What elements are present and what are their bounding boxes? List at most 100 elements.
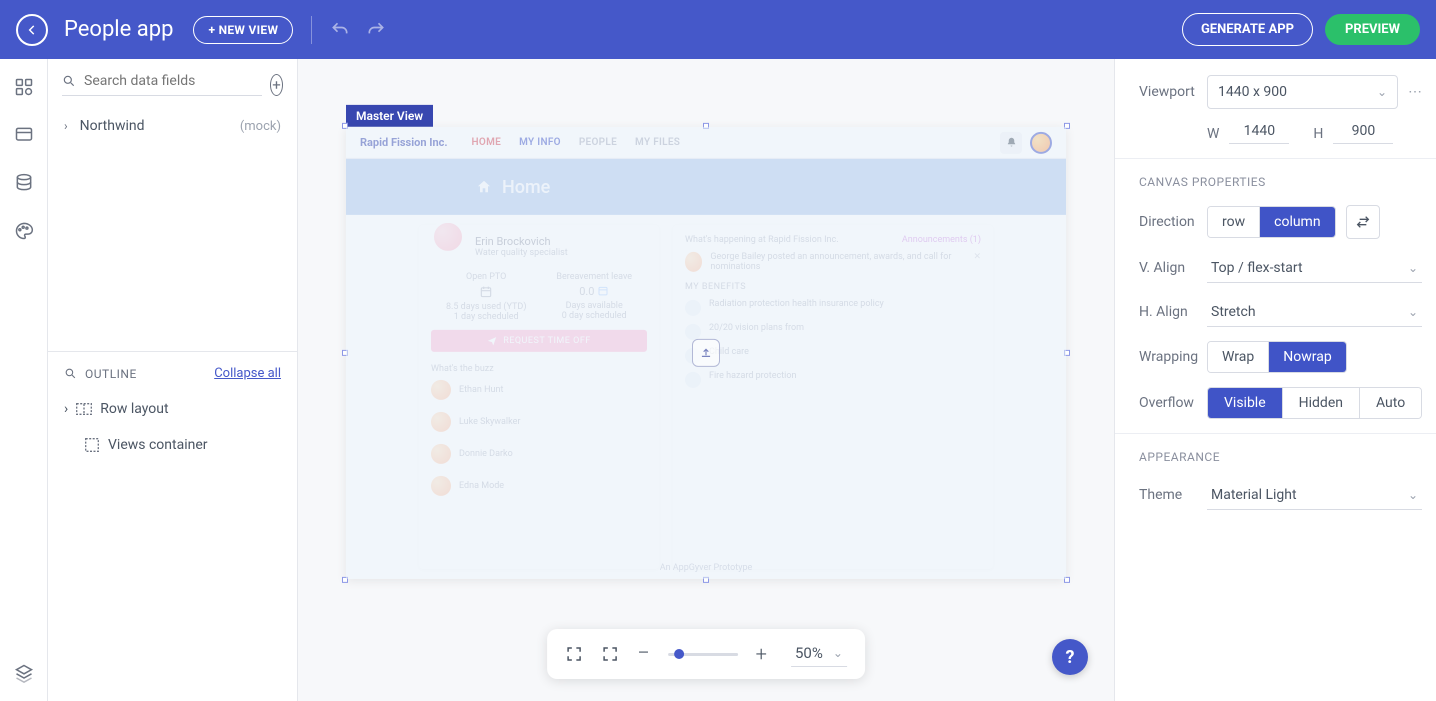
undo-redo-group [330,20,386,40]
search-input[interactable] [84,73,262,89]
add-datasource-button[interactable]: + [270,74,283,96]
preview-button[interactable]: PREVIEW [1325,14,1420,45]
send-icon [487,336,497,346]
slider-knob[interactable] [674,649,684,659]
resize-handle[interactable] [342,123,348,129]
mock-right-card: What's happening at Rapid Fission Inc.An… [673,225,993,569]
datasource-name: Northwind [80,118,145,134]
globe-icon [685,300,701,316]
bell-icon [1000,131,1022,153]
outline-item-label: Views container [108,437,208,453]
divider [311,16,312,44]
master-view[interactable]: Rapid Fission Inc. HOME MY INFO PEOPLE M… [346,127,1066,579]
rail-layers-icon[interactable] [12,661,36,685]
canvas-area[interactable]: Master View Rapid Fission Inc. HOME MY I… [298,59,1114,701]
pto-line: 1 day scheduled [446,312,527,322]
row-layout-icon [76,401,92,417]
wrap-nowrap[interactable]: Nowrap [1268,342,1345,372]
valign-label: V. Align [1139,260,1207,276]
zoom-value-select[interactable]: 50%⌄ [791,642,847,667]
help-button[interactable]: ? [1052,639,1088,675]
datasource-row[interactable]: › Northwind (mock) [48,106,297,146]
zoom-value: 50% [795,644,823,662]
halign-select[interactable]: Stretch⌄ [1207,297,1422,327]
mock-left-card: Erin Brockovich Water quality specialist… [419,225,659,569]
viewport-select[interactable]: 1440 x 900⌄ [1207,75,1398,109]
fullscreen-button[interactable] [601,645,619,663]
rail-views-icon[interactable] [12,123,36,147]
section-canvas-props: CANVAS PROPERTIES [1139,175,1422,189]
section-appearance: APPEARANCE [1139,450,1422,464]
direction-row[interactable]: row [1208,207,1259,237]
topbar: People app + NEW VIEW GENERATE APP PREVI… [0,0,1436,59]
overflow-auto[interactable]: Auto [1359,388,1421,418]
datasource-suffix: (mock) [240,119,281,134]
valign-select[interactable]: Top / flex-start⌄ [1207,253,1422,283]
height-input[interactable]: 900 [1333,123,1393,144]
buzz-item: Edna Mode [431,476,647,496]
overflow-visible[interactable]: Visible [1208,388,1282,418]
benefits-title: MY BENEFITS [685,282,981,292]
avatar-icon [1030,131,1052,153]
feed-title: What's happening at Rapid Fission Inc. [685,235,839,245]
overflow-hidden[interactable]: Hidden [1282,388,1359,418]
generate-app-button[interactable]: GENERATE APP [1182,13,1313,46]
overflow-label: Overflow [1139,395,1207,411]
direction-label: Direction [1139,214,1207,230]
resize-handle[interactable] [1064,123,1070,129]
chevron-right-icon: › [64,401,68,417]
theme-select[interactable]: Material Light⌄ [1207,480,1422,510]
mock-footer: An AppGyver Prototype [346,563,1066,573]
wrap-wrap[interactable]: Wrap [1208,342,1268,372]
buzz-title: What's the buzz [431,364,647,374]
feed-item: George Bailey posted an announcement, aw… [710,252,965,272]
new-view-button[interactable]: + NEW VIEW [193,16,293,44]
fit-screen-button[interactable] [565,645,583,663]
pto-open-label: Open PTO [446,272,527,282]
rail-components-icon[interactable] [12,75,36,99]
drop-target-icon [692,339,720,367]
overflow-segment: Visible Hidden Auto [1207,387,1422,419]
mock-nav-files: MY FILES [635,137,680,148]
canvas-stage[interactable]: Master View Rapid Fission Inc. HOME MY I… [346,127,1066,579]
undo-icon[interactable] [330,20,350,40]
profile-role: Water quality specialist [475,248,568,258]
collapse-all-link[interactable]: Collapse all [214,366,281,381]
outline-item-label: Row layout [100,401,168,417]
rail-data-icon[interactable] [12,171,36,195]
direction-segment: row column [1207,206,1336,238]
avatar-icon [685,252,702,272]
zoom-slider[interactable] [668,653,738,656]
resize-handle[interactable] [703,123,709,129]
calendar-icon [597,285,609,297]
avatar-icon [431,219,465,253]
viewport-label: Viewport [1139,84,1207,100]
outline-views-container[interactable]: Views container [48,427,297,463]
more-button[interactable]: ⋯ [1408,84,1422,100]
direction-column[interactable]: column [1259,207,1334,237]
zoom-out-button[interactable]: − [637,643,650,665]
mock-nav-home: HOME [472,137,502,148]
rail-theme-icon[interactable] [12,219,36,243]
halign-value: Stretch [1211,304,1256,320]
zoom-in-button[interactable]: + [756,644,767,664]
valign-value: Top / flex-start [1211,260,1303,276]
pto-line: 0 day scheduled [556,311,632,321]
buzz-name: Luke Skywalker [459,417,520,427]
request-time-off-button: REQUEST TIME OFF [431,330,647,352]
wrap-segment: Wrap Nowrap [1207,341,1347,373]
redo-icon[interactable] [366,20,386,40]
mock-hero-title: Home [502,176,550,197]
req-btn-label: REQUEST TIME OFF [503,336,591,346]
outline-row-layout[interactable]: › Row layout [48,391,297,427]
back-button[interactable] [16,14,48,46]
buzz-name: Edna Mode [459,481,504,491]
pto-bereave-label: Bereavement leave [556,272,632,282]
swap-axis-button[interactable] [1346,205,1380,239]
width-input[interactable]: 1440 [1229,123,1289,144]
search-row: + [48,59,297,106]
benefit-label: Fire hazard protection [709,371,796,381]
master-view-tag: Master View [346,105,433,127]
avatar-icon [431,380,451,400]
outline-header: OUTLINE Collapse all [48,351,297,391]
